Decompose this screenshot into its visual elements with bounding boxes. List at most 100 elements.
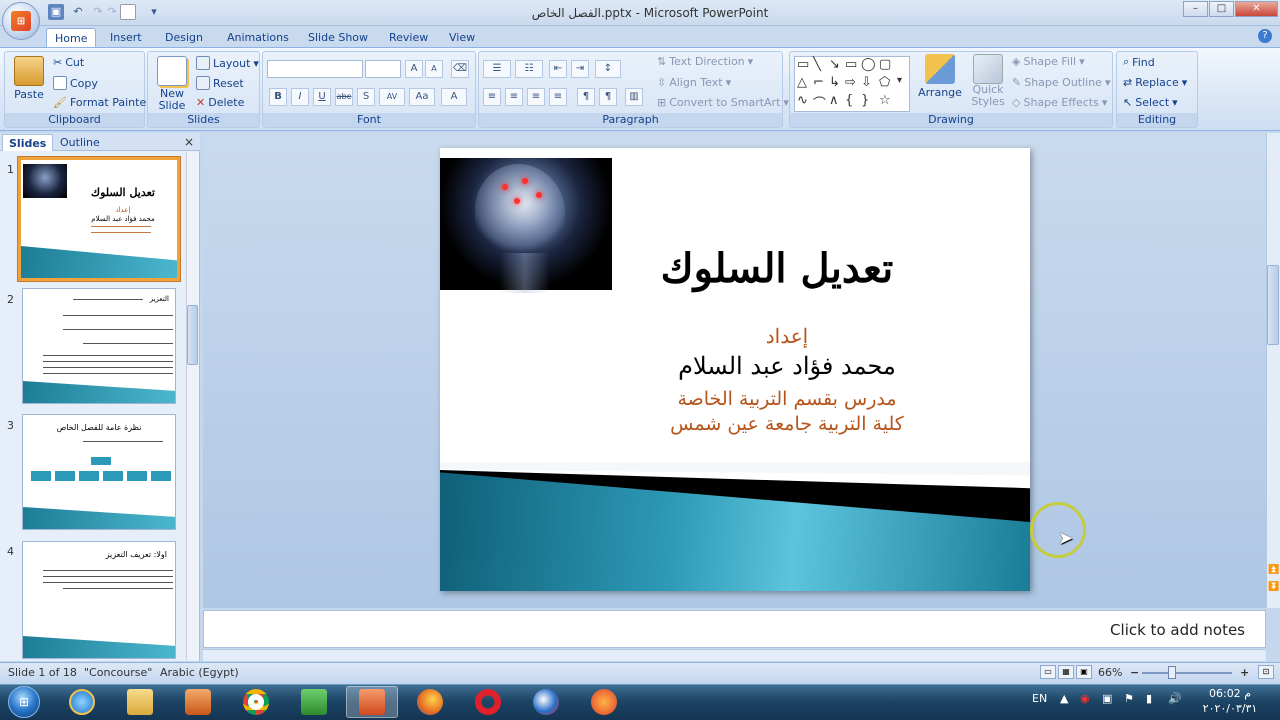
slide-sorter-icon[interactable]: ▦ [1058, 665, 1074, 679]
text-shadow-button[interactable]: S [357, 88, 375, 106]
notes-placeholder[interactable]: Click to add notes [1110, 621, 1245, 639]
slide-position[interactable]: مدرس بقسم التربية الخاصة [612, 388, 962, 410]
shape-fill-button[interactable]: ◈ Shape Fill ▾ [1012, 55, 1085, 68]
fit-to-window-icon[interactable]: ⊡ [1258, 665, 1274, 679]
rectangle-shape-icon[interactable]: ▭ [845, 57, 857, 72]
tab-review[interactable]: Review [381, 28, 436, 48]
undo-icon[interactable]: ↶ [70, 4, 86, 20]
taskbar-spreadsheet[interactable] [288, 686, 340, 718]
zoom-level[interactable]: 66% [1098, 666, 1122, 679]
taskbar-app[interactable] [578, 686, 630, 718]
taskbar-firefox[interactable] [404, 686, 456, 718]
font-name-select[interactable] [267, 60, 363, 78]
close-button[interactable]: ✕ [1235, 1, 1278, 17]
columns-icon[interactable]: ▥ [625, 88, 643, 106]
maximize-button[interactable]: □ [1209, 1, 1234, 17]
shape-outline-button[interactable]: ✎ Shape Outline ▾ [1012, 76, 1111, 89]
tray-app-icon[interactable]: ▣ [1102, 692, 1112, 705]
rounded-rect-shape-icon[interactable]: ▢ [879, 57, 891, 72]
zoom-out-button[interactable]: − [1130, 666, 1139, 679]
slide-title[interactable]: تعديل السلوك [612, 245, 942, 292]
start-button[interactable]: ⊞ [2, 684, 46, 720]
normal-view-icon[interactable]: ▭ [1040, 665, 1056, 679]
cut-button[interactable]: ✂ Cut [53, 56, 84, 69]
taskbar-ie[interactable] [56, 686, 108, 718]
action-center-icon[interactable]: ⚑ [1124, 692, 1134, 705]
language-indicator[interactable]: Arabic (Egypt) [160, 666, 239, 679]
slide-thumbnail-4[interactable]: اولا: تعريف التعزيز [22, 541, 176, 659]
taskbar-browser[interactable] [520, 686, 572, 718]
decrease-indent-icon[interactable]: ⇤ [549, 60, 567, 78]
align-left-icon[interactable]: ≡ [483, 88, 501, 106]
character-spacing-button[interactable]: AV [379, 88, 405, 106]
slide-college[interactable]: كلية التربية جامعة عين شمس [612, 413, 962, 435]
panel-scrollbar[interactable] [186, 152, 199, 660]
help-icon[interactable]: ? [1258, 29, 1272, 43]
new-document-icon[interactable] [120, 4, 136, 20]
network-icon[interactable]: ▮ [1146, 692, 1152, 705]
arc-shape-icon[interactable]: ⌒ [813, 93, 826, 112]
taskbar-media[interactable] [172, 686, 224, 718]
italic-button[interactable]: I [291, 88, 309, 106]
bold-button[interactable]: B [269, 88, 287, 106]
previous-slide-icon[interactable]: ⏫ [1268, 565, 1279, 575]
vertical-scroll-thumb[interactable] [1267, 265, 1279, 345]
next-slide-icon[interactable]: ⏬ [1268, 582, 1279, 592]
tab-animations[interactable]: Animations [219, 28, 297, 48]
tab-design[interactable]: Design [157, 28, 211, 48]
font-color-button[interactable]: A [441, 88, 467, 106]
paste-button[interactable]: Paste [11, 56, 47, 101]
slide-thumbnail-3[interactable]: نظرة عامة للفصل الخاص [22, 414, 176, 530]
tab-outline[interactable]: Outline [54, 134, 106, 151]
rtl-icon[interactable]: ¶ [577, 88, 595, 106]
elbow-connector-icon[interactable]: ⌐ [813, 75, 824, 90]
new-slide-button[interactable]: New Slide [152, 56, 192, 112]
right-arrow-shape-icon[interactable]: ⇨ [845, 75, 856, 90]
zoom-in-button[interactable]: + [1240, 666, 1249, 679]
align-text-button[interactable]: ⇳ Align Text ▾ [657, 76, 731, 89]
notes-pane[interactable]: Click to add notes [203, 610, 1266, 648]
find-button[interactable]: ⌕ Find [1123, 55, 1155, 69]
pentagon-shape-icon[interactable]: ⬠ [879, 75, 890, 90]
zoom-slider-knob[interactable] [1168, 666, 1176, 679]
input-language[interactable]: EN [1032, 692, 1047, 705]
down-arrow-shape-icon[interactable]: ⇩ [861, 75, 872, 90]
taskbar-explorer[interactable] [114, 686, 166, 718]
shapes-gallery[interactable]: ▭ ╲ ↘ ▭ ◯ ▢ △ ⌐ ↳ ⇨ ⇩ ⬠ ∿ ⌒ ∧ { } ☆ ▾ [794, 56, 910, 112]
vertical-scrollbar[interactable] [1266, 133, 1280, 608]
freeform-shape-icon[interactable]: ∧ [829, 93, 839, 108]
line-spacing-icon[interactable]: ↕ [595, 60, 621, 78]
horizontal-scrollbar[interactable] [203, 649, 1266, 661]
convert-smartart-button[interactable]: ⊞ Convert to SmartArt ▾ [657, 96, 789, 109]
tab-insert[interactable]: Insert [102, 28, 150, 48]
panel-scroll-thumb[interactable] [187, 305, 198, 365]
close-panel-icon[interactable]: × [184, 135, 194, 149]
layout-button[interactable]: Layout ▾ [196, 56, 259, 70]
shape-effects-button[interactable]: ◇ Shape Effects ▾ [1012, 96, 1107, 109]
numbering-icon[interactable]: ☷ [515, 60, 543, 78]
curve-shape-icon[interactable]: ∿ [797, 93, 808, 108]
delete-button[interactable]: ✕ Delete [196, 96, 244, 109]
triangle-shape-icon[interactable]: △ [797, 75, 807, 90]
volume-icon[interactable]: 🔊 [1168, 692, 1182, 705]
redo-icon[interactable]: ↷ [104, 4, 120, 20]
minimize-button[interactable]: – [1183, 1, 1208, 17]
text-direction-button[interactable]: ⇅ Text Direction ▾ [657, 55, 753, 68]
right-brace-shape-icon[interactable]: } [861, 93, 869, 108]
shrink-font-button[interactable]: A [425, 60, 443, 78]
antivirus-icon[interactable]: ◉ [1080, 692, 1090, 705]
brain-image[interactable] [440, 158, 612, 293]
ltr-icon[interactable]: ¶ [599, 88, 617, 106]
slideshow-view-icon[interactable]: ▣ [1076, 665, 1092, 679]
clock-time[interactable]: 06:02 م [1200, 687, 1260, 700]
quick-styles-button[interactable]: Quick Styles [966, 54, 1010, 108]
replace-button[interactable]: ⇄ Replace ▾ [1123, 76, 1187, 89]
increase-indent-icon[interactable]: ⇥ [571, 60, 589, 78]
slide-thumbnail-2[interactable]: التعزيز [22, 288, 176, 404]
font-size-select[interactable] [365, 60, 401, 78]
reset-button[interactable]: Reset [196, 76, 244, 90]
textbox-shape-icon[interactable]: ▭ [797, 57, 809, 72]
strikethrough-button[interactable]: abe [335, 88, 353, 106]
oval-shape-icon[interactable]: ◯ [861, 57, 876, 72]
star-shape-icon[interactable]: ☆ [879, 93, 891, 108]
